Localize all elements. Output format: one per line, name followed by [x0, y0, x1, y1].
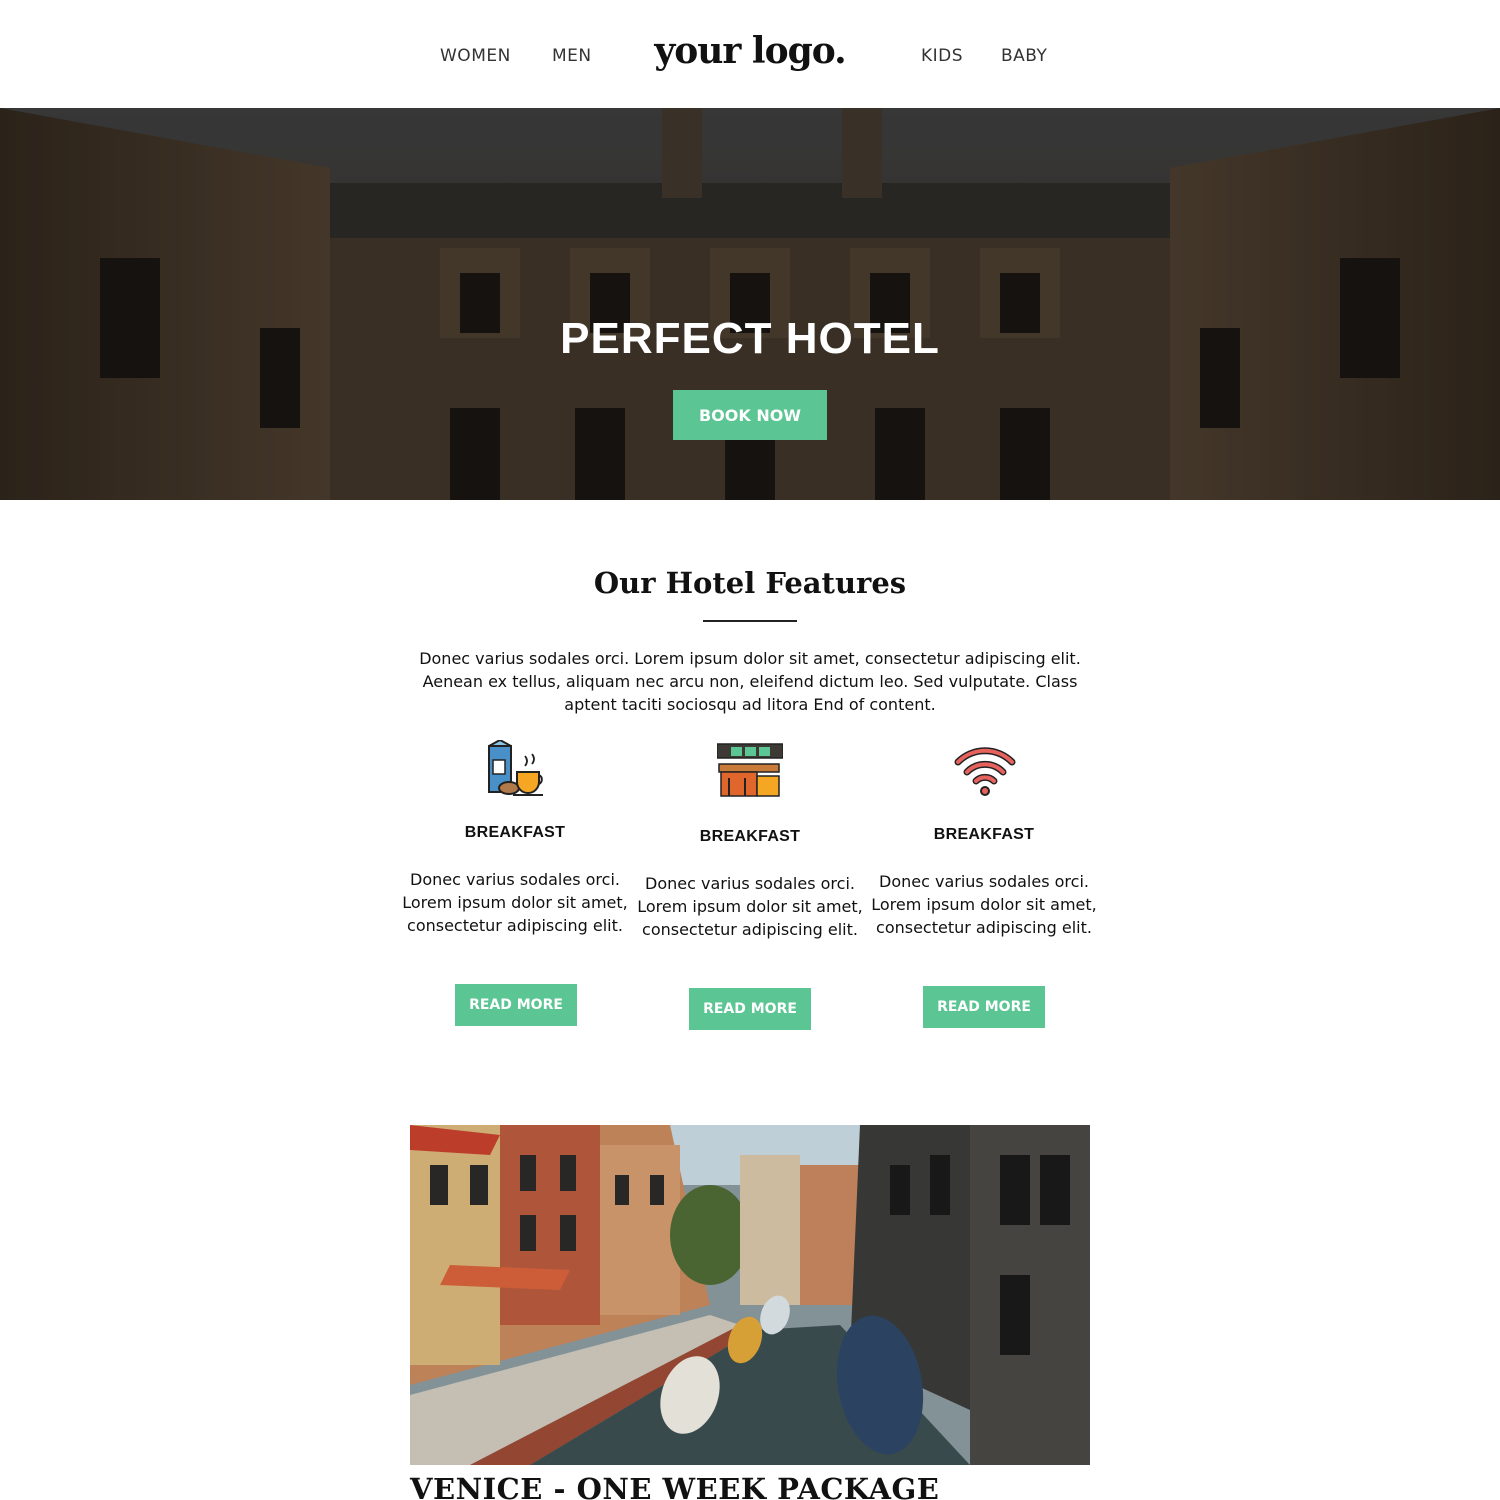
feature-title-1: BREAKFAST [464, 824, 566, 841]
hero-banner: PERFECT HOTEL BOOK NOW [0, 108, 1500, 500]
wifi-icon [954, 747, 1016, 796]
feature-text-3: Donec varius sodales orci. Lorem ipsum d… [871, 872, 1097, 937]
site-header: WOMEN MEN your logo. KIDS BABY [0, 0, 1500, 108]
features-description: Donec varius sodales orci. Lorem ipsum d… [419, 649, 1081, 714]
feature-card-1: BREAKFAST Donec varius sodales orci. Lor… [400, 740, 630, 1030]
package-title: VENICE - ONE WEEK PACKAGE [410, 1472, 940, 1500]
feature-card-2: BREAKFAST Donec varius sodales orci. Lor… [635, 742, 865, 1032]
logo[interactable]: your logo. [654, 30, 846, 72]
bar-icon [717, 743, 783, 797]
logo-wrapper: your logo. [0, 30, 1500, 72]
read-more-button-3[interactable]: READ MORE [923, 986, 1045, 1028]
nav-link-kids[interactable]: KIDS [921, 46, 963, 66]
read-more-button-2[interactable]: READ MORE [689, 988, 811, 1030]
hero-title: PERFECT HOTEL [560, 314, 940, 363]
nav-link-men[interactable]: MEN [552, 46, 592, 66]
nav-link-baby[interactable]: BABY [1001, 46, 1047, 66]
features-heading: Our Hotel Features [593, 566, 907, 600]
read-more-button-1[interactable]: READ MORE [455, 984, 577, 1026]
breakfast-icon [488, 740, 543, 796]
feature-card-3: BREAKFAST Donec varius sodales orci. Lor… [869, 742, 1099, 1032]
feature-title-3: BREAKFAST [933, 826, 1035, 843]
nav-link-women[interactable]: WOMEN [440, 46, 511, 66]
venice-canal-image [410, 1125, 1090, 1465]
heading-divider [703, 620, 797, 622]
book-now-button[interactable]: BOOK NOW [673, 390, 827, 440]
feature-text-2: Donec varius sodales orci. Lorem ipsum d… [637, 874, 863, 939]
feature-text-1: Donec varius sodales orci. Lorem ipsum d… [402, 870, 628, 935]
hero-building-image [0, 108, 1500, 500]
feature-title-2: BREAKFAST [699, 828, 801, 845]
